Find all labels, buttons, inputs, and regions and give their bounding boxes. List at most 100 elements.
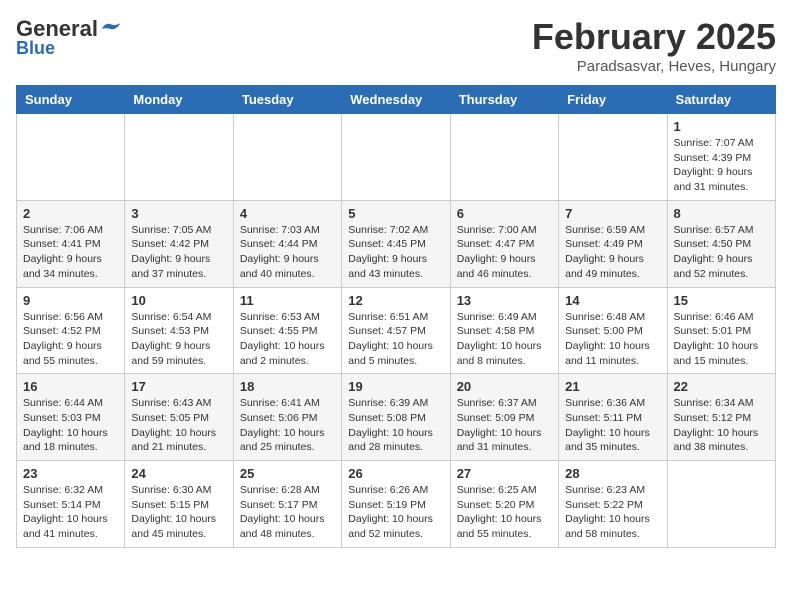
- calendar-cell: 21Sunrise: 6:36 AM Sunset: 5:11 PM Dayli…: [559, 374, 667, 461]
- day-number: 20: [457, 379, 552, 394]
- day-number: 13: [457, 293, 552, 308]
- day-number: 7: [565, 206, 660, 221]
- calendar-cell: 22 Sunrise: 6:34 AM Sunset: 5:12 PM Dayli…: [667, 374, 775, 461]
- day-info: Sunrise: 7:05 AM Sunset: 4:42 PM Dayligh…: [131, 223, 226, 282]
- calendar-cell: 11 Sunrise: 6:53 AM Sunset: 4:55 PM Dayli…: [233, 287, 341, 374]
- day-number: 25: [240, 466, 335, 481]
- calendar-cell: 26 Sunrise: 6:26 AM Sunset: 5:19 PM Dayli…: [342, 461, 450, 548]
- day-info: Sunrise: 6:46 AM Sunset: 5:01 PM Dayligh…: [674, 310, 769, 369]
- day-number: 11: [240, 293, 335, 308]
- calendar-cell: 7 Sunrise: 6:59 AM Sunset: 4:49 PM Daylig…: [559, 200, 667, 287]
- day-info: Sunrise: 6:57 AM Sunset: 4:50 PM Dayligh…: [674, 223, 769, 282]
- day-info: Sunrise: 6:59 AM Sunset: 4:49 PM Dayligh…: [565, 223, 660, 282]
- day-number: 10: [131, 293, 226, 308]
- day-number: 23: [23, 466, 118, 481]
- logo-bird-icon: [100, 20, 122, 38]
- day-number: 4: [240, 206, 335, 221]
- day-number: 2: [23, 206, 118, 221]
- month-title: February 2025: [532, 16, 776, 58]
- day-info: Sunrise: 6:41 AM Sunset: 5:06 PM Dayligh…: [240, 396, 335, 455]
- day-number: 22: [674, 379, 769, 394]
- logo-blue-text: Blue: [16, 38, 55, 59]
- calendar-cell: 13 Sunrise: 6:49 AM Sunset: 4:58 PM Dayli…: [450, 287, 558, 374]
- weekday-header-friday: Friday: [559, 86, 667, 114]
- calendar-cell: 10 Sunrise: 6:54 AM Sunset: 4:53 PM Dayli…: [125, 287, 233, 374]
- day-number: 26: [348, 466, 443, 481]
- calendar-week-row: 2Sunrise: 7:06 AM Sunset: 4:41 PM Daylig…: [17, 200, 776, 287]
- calendar-cell: 2Sunrise: 7:06 AM Sunset: 4:41 PM Daylig…: [17, 200, 125, 287]
- weekday-header-saturday: Saturday: [667, 86, 775, 114]
- calendar-cell: 4 Sunrise: 7:03 AM Sunset: 4:44 PM Daylig…: [233, 200, 341, 287]
- calendar-week-row: 23Sunrise: 6:32 AM Sunset: 5:14 PM Dayli…: [17, 461, 776, 548]
- weekday-header-monday: Monday: [125, 86, 233, 114]
- day-number: 19: [348, 379, 443, 394]
- day-number: 21: [565, 379, 660, 394]
- calendar-week-row: 1 Sunrise: 7:07 AM Sunset: 4:39 PM Daylig…: [17, 114, 776, 201]
- page-header: General Blue February 2025 Paradsasvar, …: [16, 16, 776, 75]
- day-number: 24: [131, 466, 226, 481]
- day-number: 28: [565, 466, 660, 481]
- calendar-cell: 20 Sunrise: 6:37 AM Sunset: 5:09 PM Dayli…: [450, 374, 558, 461]
- calendar-cell: 24Sunrise: 6:30 AM Sunset: 5:15 PM Dayli…: [125, 461, 233, 548]
- calendar-cell: 25 Sunrise: 6:28 AM Sunset: 5:17 PM Dayli…: [233, 461, 341, 548]
- calendar-cell: [233, 114, 341, 201]
- day-number: 15: [674, 293, 769, 308]
- calendar-cell: 15 Sunrise: 6:46 AM Sunset: 5:01 PM Dayli…: [667, 287, 775, 374]
- calendar-header-row: SundayMondayTuesdayWednesdayThursdayFrid…: [17, 86, 776, 114]
- day-number: 3: [131, 206, 226, 221]
- day-number: 16: [23, 379, 118, 394]
- day-info: Sunrise: 6:49 AM Sunset: 4:58 PM Dayligh…: [457, 310, 552, 369]
- day-number: 1: [674, 119, 769, 134]
- calendar-week-row: 9Sunrise: 6:56 AM Sunset: 4:52 PM Daylig…: [17, 287, 776, 374]
- calendar-cell: [342, 114, 450, 201]
- day-number: 18: [240, 379, 335, 394]
- day-info: Sunrise: 7:00 AM Sunset: 4:47 PM Dayligh…: [457, 223, 552, 282]
- calendar-cell: [450, 114, 558, 201]
- calendar-cell: [667, 461, 775, 548]
- calendar-cell: 8 Sunrise: 6:57 AM Sunset: 4:50 PM Daylig…: [667, 200, 775, 287]
- calendar-cell: [125, 114, 233, 201]
- location-subtitle: Paradsasvar, Heves, Hungary: [532, 58, 776, 75]
- day-number: 12: [348, 293, 443, 308]
- day-number: 17: [131, 379, 226, 394]
- day-number: 5: [348, 206, 443, 221]
- day-info: Sunrise: 6:54 AM Sunset: 4:53 PM Dayligh…: [131, 310, 226, 369]
- weekday-header-tuesday: Tuesday: [233, 86, 341, 114]
- calendar-cell: [559, 114, 667, 201]
- calendar-cell: 1 Sunrise: 7:07 AM Sunset: 4:39 PM Daylig…: [667, 114, 775, 201]
- day-info: Sunrise: 6:51 AM Sunset: 4:57 PM Dayligh…: [348, 310, 443, 369]
- day-info: Sunrise: 6:56 AM Sunset: 4:52 PM Dayligh…: [23, 310, 118, 369]
- day-info: Sunrise: 6:39 AM Sunset: 5:08 PM Dayligh…: [348, 396, 443, 455]
- day-info: Sunrise: 6:26 AM Sunset: 5:19 PM Dayligh…: [348, 483, 443, 542]
- day-info: Sunrise: 6:43 AM Sunset: 5:05 PM Dayligh…: [131, 396, 226, 455]
- calendar-table: SundayMondayTuesdayWednesdayThursdayFrid…: [16, 85, 776, 548]
- calendar-cell: 23Sunrise: 6:32 AM Sunset: 5:14 PM Dayli…: [17, 461, 125, 548]
- day-info: Sunrise: 6:23 AM Sunset: 5:22 PM Dayligh…: [565, 483, 660, 542]
- day-info: Sunrise: 6:28 AM Sunset: 5:17 PM Dayligh…: [240, 483, 335, 542]
- day-info: Sunrise: 7:03 AM Sunset: 4:44 PM Dayligh…: [240, 223, 335, 282]
- calendar-cell: 6 Sunrise: 7:00 AM Sunset: 4:47 PM Daylig…: [450, 200, 558, 287]
- weekday-header-thursday: Thursday: [450, 86, 558, 114]
- weekday-header-sunday: Sunday: [17, 86, 125, 114]
- calendar-cell: 9Sunrise: 6:56 AM Sunset: 4:52 PM Daylig…: [17, 287, 125, 374]
- calendar-cell: 14 Sunrise: 6:48 AM Sunset: 5:00 PM Dayli…: [559, 287, 667, 374]
- logo: General Blue: [16, 16, 122, 59]
- calendar-cell: 19 Sunrise: 6:39 AM Sunset: 5:08 PM Dayli…: [342, 374, 450, 461]
- day-info: Sunrise: 6:25 AM Sunset: 5:20 PM Dayligh…: [457, 483, 552, 542]
- calendar-cell: 16Sunrise: 6:44 AM Sunset: 5:03 PM Dayli…: [17, 374, 125, 461]
- day-info: Sunrise: 6:37 AM Sunset: 5:09 PM Dayligh…: [457, 396, 552, 455]
- calendar-cell: 28 Sunrise: 6:23 AM Sunset: 5:22 PM Dayli…: [559, 461, 667, 548]
- day-number: 6: [457, 206, 552, 221]
- day-number: 27: [457, 466, 552, 481]
- day-info: Sunrise: 7:02 AM Sunset: 4:45 PM Dayligh…: [348, 223, 443, 282]
- title-area: February 2025 Paradsasvar, Heves, Hungar…: [532, 16, 776, 75]
- day-info: Sunrise: 6:34 AM Sunset: 5:12 PM Dayligh…: [674, 396, 769, 455]
- day-number: 8: [674, 206, 769, 221]
- weekday-header-wednesday: Wednesday: [342, 86, 450, 114]
- day-info: Sunrise: 7:07 AM Sunset: 4:39 PM Dayligh…: [674, 136, 769, 195]
- day-info: Sunrise: 6:53 AM Sunset: 4:55 PM Dayligh…: [240, 310, 335, 369]
- calendar-cell: 18 Sunrise: 6:41 AM Sunset: 5:06 PM Dayli…: [233, 374, 341, 461]
- day-number: 14: [565, 293, 660, 308]
- calendar-cell: 12 Sunrise: 6:51 AM Sunset: 4:57 PM Dayli…: [342, 287, 450, 374]
- day-info: Sunrise: 6:48 AM Sunset: 5:00 PM Dayligh…: [565, 310, 660, 369]
